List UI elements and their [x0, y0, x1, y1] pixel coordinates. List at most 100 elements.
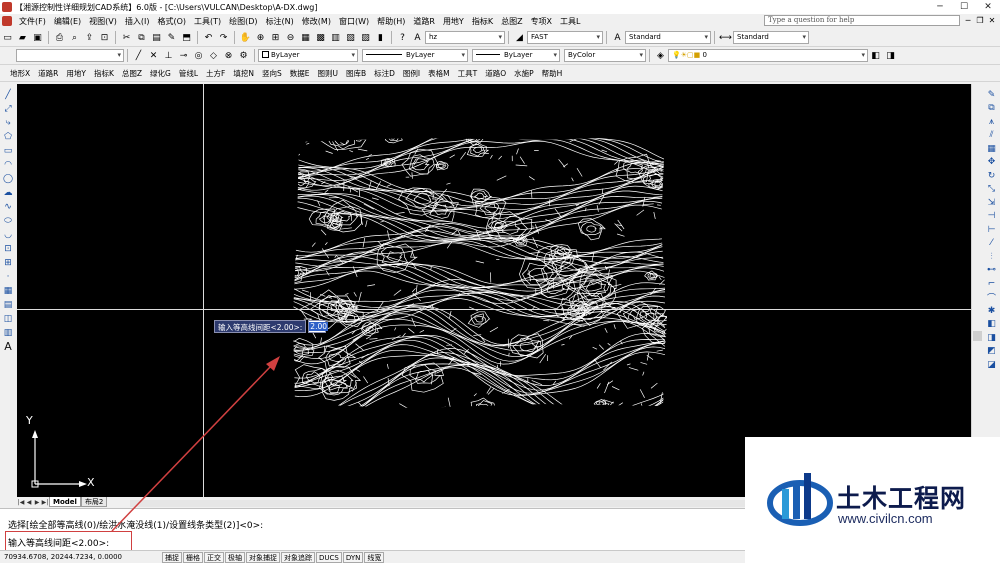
arc-icon[interactable]: ◠ [2, 158, 14, 171]
menu-landuse[interactable]: 用地Y [439, 16, 468, 27]
close-button[interactable]: ✕ [976, 0, 1000, 14]
ducs-toggle[interactable]: DUCS [316, 551, 342, 563]
otrack-toggle[interactable]: 对象追踪 [281, 551, 315, 563]
tb-road-o[interactable]: 道路O [481, 68, 510, 79]
tb-annotation[interactable]: 标注D [370, 68, 399, 79]
break-point-icon[interactable]: ⁄ [986, 237, 998, 250]
tb-drawing-rules[interactable]: 图则U [313, 68, 342, 79]
tb-table[interactable]: 表格M [424, 68, 453, 79]
menu-dimension[interactable]: 标注(N) [262, 16, 298, 27]
menu-road[interactable]: 道路R [409, 16, 439, 27]
snap-tangent-icon[interactable]: ⊸ [177, 49, 190, 62]
design-center-icon[interactable]: ▩ [314, 31, 327, 44]
redo-icon[interactable]: ↷ [217, 31, 230, 44]
copy-icon[interactable]: ⧉ [135, 31, 148, 44]
tb-cutfill[interactable]: 填挖N [229, 68, 258, 79]
menu-window[interactable]: 窗口(W) [335, 16, 373, 27]
command-window[interactable]: 选择[绘全部等高线(0)/绘洪水淹没线(1)/设置线条类型(2)]<0>: 输入… [0, 508, 745, 551]
mirror-icon[interactable]: ⩚ [986, 115, 998, 128]
menu-view[interactable]: 视图(V) [85, 16, 121, 27]
doc-restore-button[interactable]: ❐ [974, 14, 986, 27]
linetype-combo[interactable]: ByLayer [362, 49, 468, 62]
menu-format[interactable]: 格式(O) [153, 16, 190, 27]
rotate-icon[interactable]: ↻ [986, 169, 998, 182]
plotstyle-combo[interactable]: ByColor [564, 49, 646, 62]
tool-palettes-icon[interactable]: ▥ [329, 31, 342, 44]
menu-index[interactable]: 指标K [468, 16, 497, 27]
tab-model[interactable]: Model [49, 497, 81, 507]
help-icon[interactable]: ? [396, 31, 409, 44]
erase-icon[interactable]: ✎ [986, 88, 998, 101]
menu-help[interactable]: 帮助(H) [373, 16, 409, 27]
dyn-toggle[interactable]: DYN [342, 551, 364, 563]
ellipse-arc-icon[interactable]: ◡ [2, 228, 14, 241]
line-icon[interactable]: ╱ [2, 88, 14, 101]
stretch-icon[interactable]: ⇲ [986, 196, 998, 209]
menu-edit[interactable]: 编辑(E) [50, 16, 85, 27]
tab-last-icon[interactable]: ▶| [41, 498, 49, 506]
lineweight-combo[interactable]: ByLayer [472, 49, 560, 62]
grid-toggle[interactable]: 栅格 [183, 551, 203, 563]
tb-water[interactable]: 水施P [510, 68, 538, 79]
menu-special[interactable]: 专项X [527, 16, 556, 27]
scale-icon[interactable]: ⤡ [986, 183, 998, 196]
tb-landuse[interactable]: 用地Y [62, 68, 90, 79]
undo-icon[interactable]: ↶ [202, 31, 215, 44]
tb-earthwork[interactable]: 土方F [202, 68, 229, 79]
tab-next-icon[interactable]: ▶ [33, 498, 41, 506]
doc-minimize-button[interactable]: ─ [962, 14, 974, 27]
copy-object-icon[interactable]: ⧉ [986, 102, 998, 115]
tb-index[interactable]: 指标K [90, 68, 118, 79]
menu-modify[interactable]: 修改(M) [298, 16, 335, 27]
layer-combo[interactable]: 💡☀▢■ 0 [668, 49, 868, 62]
dynamic-input-field[interactable]: 2.00 [308, 320, 328, 333]
layer-manager-icon[interactable]: ◈ [654, 49, 667, 62]
sheet-set-icon[interactable]: ▧ [344, 31, 357, 44]
tb-pipeline[interactable]: 管线L [175, 68, 202, 79]
send-back-icon[interactable]: ◩ [986, 345, 998, 358]
tb-legend[interactable]: 图例I [399, 68, 424, 79]
polyline-icon[interactable]: ⤷ [2, 116, 14, 129]
menu-siteplan[interactable]: 总图Z [497, 16, 526, 27]
menu-insert[interactable]: 插入(I) [121, 16, 154, 27]
tb-greening[interactable]: 绿化G [146, 68, 175, 79]
menu-file[interactable]: 文件(F) [15, 16, 50, 27]
tb-help[interactable]: 帮助H [538, 68, 567, 79]
bring-front-icon[interactable]: ◨ [986, 331, 998, 344]
insert-block-icon[interactable]: ⊡ [2, 242, 14, 255]
zoom-realtime-icon[interactable]: ⊕ [254, 31, 267, 44]
scrollbar-thumb[interactable] [973, 331, 982, 341]
save-icon[interactable]: ▣ [31, 31, 44, 44]
pan-icon[interactable]: ✋ [239, 31, 252, 44]
markup-icon[interactable]: ▨ [359, 31, 372, 44]
maximize-button[interactable]: ☐ [952, 0, 976, 14]
hatch-icon[interactable]: ▦ [2, 284, 14, 297]
snap-endpoint-icon[interactable]: ╱ [132, 49, 145, 62]
zoom-window-icon[interactable]: ⊞ [269, 31, 282, 44]
tb-data[interactable]: 数据E [286, 68, 314, 79]
coordinate-readout[interactable]: 70934.6708, 20244.7234, 0.0000 [0, 553, 132, 561]
table-icon[interactable]: ▥ [2, 326, 14, 339]
explode-icon[interactable]: ✱ [986, 304, 998, 317]
ortho-toggle[interactable]: 正交 [204, 551, 224, 563]
offset-icon[interactable]: ⫽ [986, 129, 998, 142]
join-icon[interactable]: ⊷ [986, 264, 998, 277]
color-combo[interactable]: ByLayer [258, 49, 358, 62]
tb-road[interactable]: 道路R [34, 68, 62, 79]
multiline-text-icon[interactable]: A [2, 340, 14, 353]
snap-center-icon[interactable]: ◎ [192, 49, 205, 62]
layer-previous-icon[interactable]: ◨ [884, 49, 897, 62]
new-icon[interactable]: ▭ [1, 31, 14, 44]
snap-settings-icon[interactable]: ⚙ [237, 49, 250, 62]
horizontal-scrollbar[interactable] [130, 500, 745, 507]
trim-icon[interactable]: ⊣ [986, 210, 998, 223]
osnap-toggle[interactable]: 对象捕捉 [246, 551, 280, 563]
match-properties-icon[interactable]: ✎ [165, 31, 178, 44]
workspace-combo[interactable] [16, 49, 124, 62]
cut-icon[interactable]: ✂ [120, 31, 133, 44]
drawing-canvas[interactable]: Y X [17, 84, 971, 497]
minimize-button[interactable]: ─ [928, 0, 952, 14]
dim-style-combo[interactable]: Standard [733, 31, 809, 44]
make-current-layer-icon[interactable]: ◧ [869, 49, 882, 62]
ellipse-icon[interactable]: ⬭ [2, 214, 14, 227]
